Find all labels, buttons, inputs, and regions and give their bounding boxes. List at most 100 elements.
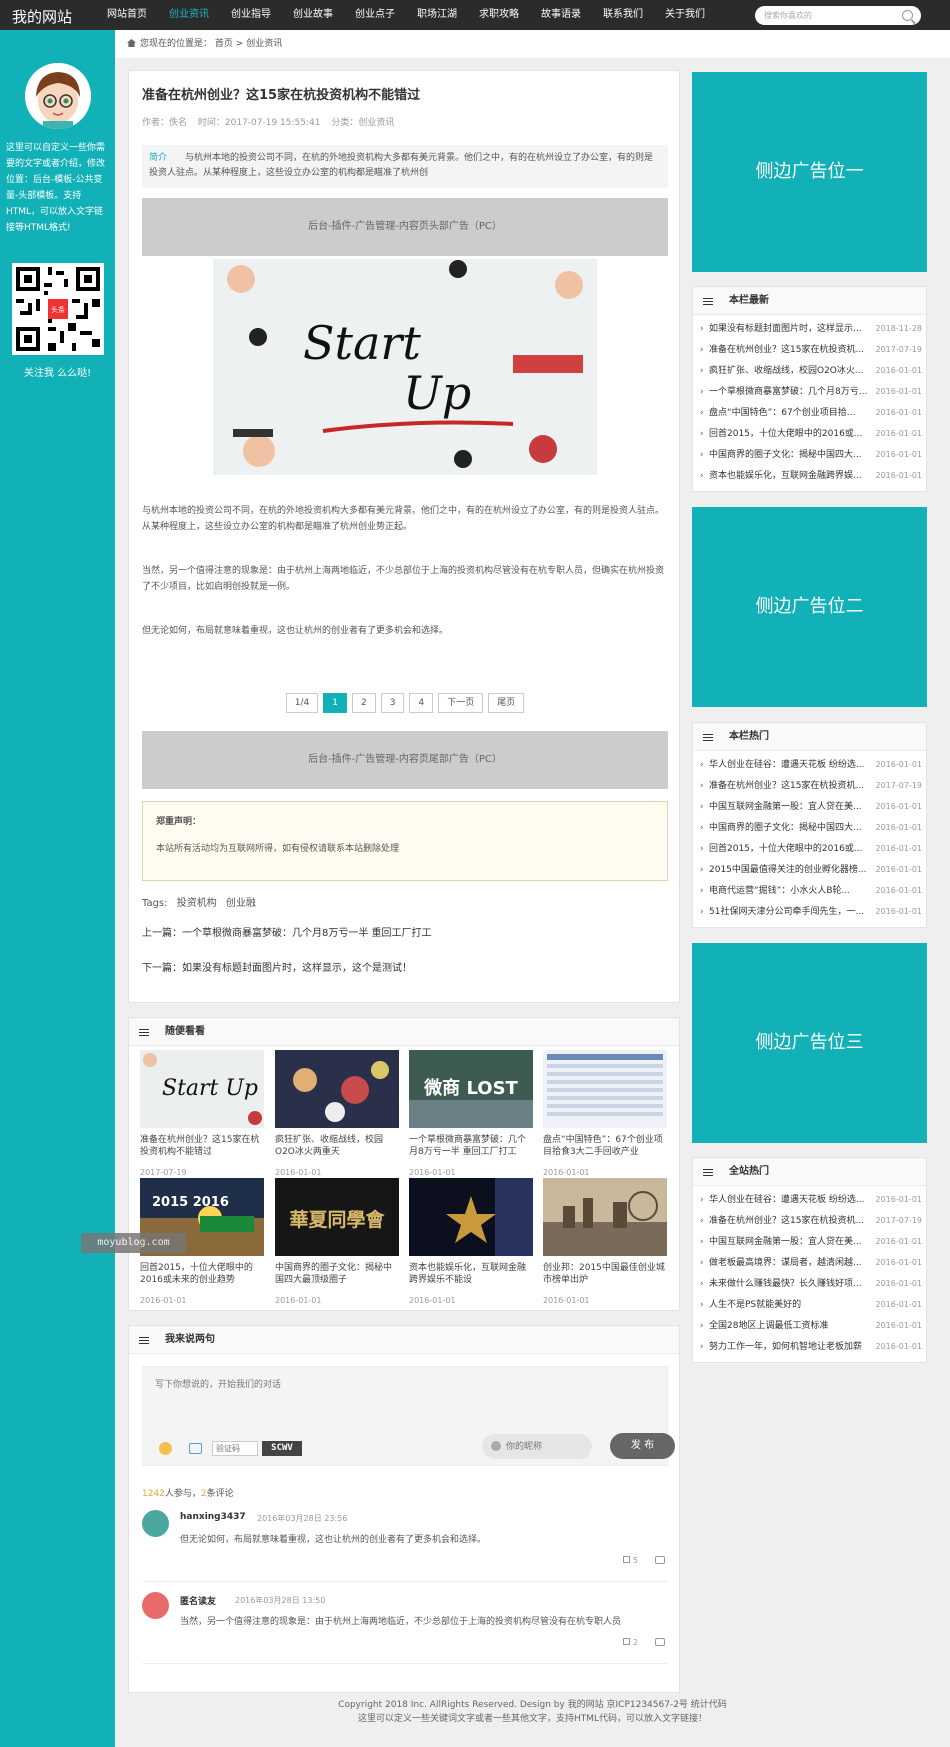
side-list-item[interactable]: › 资本也能娱乐化，互联网金融跨界娱... 2016-01-01 (693, 466, 928, 486)
side-item-title[interactable]: 努力工作一年，如何机智地让老板加薪 (709, 1337, 869, 1357)
thumb-image[interactable]: 微商 LOST (409, 1050, 533, 1128)
breadcrumb-home[interactable]: 首页 (215, 39, 233, 49)
random-item-title[interactable]: 中国商界的圈子文化：揭秘中国四大最顶级圈子 (275, 1262, 399, 1286)
side-list-item[interactable]: › 努力工作一年，如何机智地让老板加薪 2016-01-01 (693, 1337, 928, 1357)
side-list-item[interactable]: › 如果没有标题封面图片时，这样显示... 2018-11-28 (693, 319, 928, 339)
side-item-title[interactable]: 一个草根微商暴富梦破：几个月8万亏... (709, 382, 869, 402)
side-item-title[interactable]: 全国28地区上调最低工资标准 (709, 1316, 869, 1336)
side-list-item[interactable]: › 准备在杭州创业？这15家在杭投资机... 2017-07-19 (693, 340, 928, 360)
nav-item-stories[interactable]: 创业故事 (282, 0, 344, 30)
site-logo[interactable]: 我的网站 (12, 6, 72, 27)
side-list-item[interactable]: › 一个草根微商暴富梦破：几个月8万亏... 2016-01-01 (693, 382, 928, 402)
side-list-item[interactable]: › 2015中国最值得关注的创业孵化器榜... 2016-01-01 (693, 860, 928, 880)
thumb-image[interactable] (409, 1178, 533, 1256)
ad-bottom[interactable]: 后台-插件-广告管理-内容页尾部广告（PC） (142, 731, 668, 789)
tag-link[interactable]: 创业融 (226, 898, 256, 909)
side-list-item[interactable]: › 全国28地区上调最低工资标准 2016-01-01 (693, 1316, 928, 1336)
reply-icon[interactable] (655, 1638, 665, 1646)
side-item-title[interactable]: 未来做什么赚钱最快？长久赚钱好项... (709, 1274, 869, 1294)
random-item[interactable]: 疯狂扩张、收缩战线，校园O2O冰火两重天 2016-01-01 (275, 1050, 399, 1177)
side-list-item[interactable]: › 盘点“中国特色”：67个创业项目拾... 2016-01-01 (693, 403, 928, 423)
side-item-title[interactable]: 如果没有标题封面图片时，这样显示... (709, 319, 869, 339)
side-ad-2[interactable]: 侧边广告位二 (692, 507, 927, 707)
thumb-image[interactable] (543, 1050, 667, 1128)
side-item-title[interactable]: 做老板最高境界：谋局者，越清闲越... (709, 1253, 869, 1273)
random-item-title[interactable]: 回首2015，十位大佬眼中的2016或未来的创业趋势 (140, 1262, 264, 1286)
captcha-image[interactable]: SCWV (262, 1441, 302, 1456)
random-item[interactable]: 创业邦：2015中国最佳创业城市榜单出炉 2016-01-01 (543, 1178, 667, 1305)
side-item-title[interactable]: 中国互联网金融第一股：宜人贷在美... (709, 1232, 869, 1252)
side-list-item[interactable]: › 51社保网天津分公司牵手闯先生，一... 2016-01-01 (693, 902, 928, 922)
side-list-item[interactable]: › 中国商界的圈子文化：揭秘中国四大... 2016-01-01 (693, 818, 928, 838)
random-item-title[interactable]: 疯狂扩张、收缩战线，校园O2O冰火两重天 (275, 1134, 399, 1158)
nav-item-home[interactable]: 网站首页 (96, 0, 158, 30)
nav-item-jobs[interactable]: 求职攻略 (468, 0, 530, 30)
publish-button[interactable]: 发 布 (610, 1433, 675, 1459)
nav-item-contact[interactable]: 联系我们 (592, 0, 654, 30)
side-item-title[interactable]: 人生不是PS就能美好的 (709, 1295, 869, 1315)
thumb-image[interactable]: Start Up (140, 1050, 264, 1128)
image-upload-icon[interactable] (189, 1443, 202, 1454)
emoji-icon[interactable] (159, 1442, 172, 1455)
comment-textarea[interactable] (155, 1377, 635, 1417)
reply-icon[interactable] (655, 1556, 665, 1564)
side-item-title[interactable]: 盘点“中国特色”：67个创业项目拾... (709, 403, 869, 423)
next-page-button[interactable]: 下一页 (438, 693, 484, 713)
side-item-title[interactable]: 回首2015，十位大佬眼中的2016或... (709, 839, 869, 859)
side-item-title[interactable]: 中国商界的圈子文化：揭秘中国四大... (709, 818, 869, 838)
page-2-button[interactable]: 2 (351, 693, 376, 713)
side-ad-3[interactable]: 侧边广告位三 (692, 943, 927, 1143)
side-item-title[interactable]: 华人创业在硅谷：遭遇天花板 纷纷选... (709, 1190, 869, 1210)
nav-item-workplace[interactable]: 职场江湖 (406, 0, 468, 30)
side-item-title[interactable]: 中国商界的圈子文化：揭秘中国四大... (709, 445, 869, 465)
last-page-button[interactable]: 尾页 (488, 693, 525, 713)
side-item-title[interactable]: 华人创业在硅谷：遭遇天花板 纷纷选... (709, 755, 869, 775)
side-list-item[interactable]: › 中国互联网金融第一股：宜人贷在美... 2016-01-01 (693, 797, 928, 817)
page-4-button[interactable]: 4 (409, 693, 434, 713)
article-category[interactable]: 分类：创业资讯 (331, 118, 394, 128)
side-list-item[interactable]: › 人生不是PS就能美好的 2016-01-01 (693, 1295, 928, 1315)
random-item-title[interactable]: 一个草根微商暴富梦破：几个月8万亏一半 重回工厂打工 (409, 1134, 533, 1158)
side-item-title[interactable]: 准备在杭州创业？这15家在杭投资机... (709, 776, 869, 796)
search-icon[interactable] (902, 10, 913, 21)
random-item[interactable]: 盘点“中国特色”：67个创业项目拾食3大二手回收产业 2016-01-01 (543, 1050, 667, 1177)
side-list-item[interactable]: › 疯狂扩张、收缩战线，校园O2O冰火... 2016-01-01 (693, 361, 928, 381)
search-input[interactable] (755, 6, 895, 25)
side-item-title[interactable]: 51社保网天津分公司牵手闯先生，一... (709, 902, 869, 922)
side-item-title[interactable]: 中国互联网金融第一股：宜人贷在美... (709, 797, 869, 817)
side-list-item[interactable]: › 回首2015，十位大佬眼中的2016或... 2016-01-01 (693, 839, 928, 859)
thumb-image[interactable] (275, 1050, 399, 1128)
nav-item-news[interactable]: 创业资讯 (158, 0, 220, 30)
side-item-title[interactable]: 准备在杭州创业？这15家在杭投资机... (709, 340, 869, 360)
thumb-image[interactable]: 華夏同學會 (275, 1178, 399, 1256)
side-list-item[interactable]: › 中国互联网金融第一股：宜人贷在美... 2016-01-01 (693, 1232, 928, 1252)
random-item-title[interactable]: 准备在杭州创业？这15家在杭投资机构不能错过 (140, 1134, 264, 1158)
tag-link[interactable]: 投资机构 (177, 898, 217, 909)
like-button[interactable]: 2 (622, 1638, 638, 1647)
page-1-button[interactable]: 1 (323, 693, 347, 713)
side-list-item[interactable]: › 华人创业在硅谷：遭遇天花板 纷纷选... 2016-01-01 (693, 1190, 928, 1210)
nav-item-guide[interactable]: 创业指导 (220, 0, 282, 30)
like-button[interactable]: 5 (622, 1556, 638, 1565)
nav-item-about[interactable]: 关于我们 (654, 0, 716, 30)
side-item-title[interactable]: 准备在杭州创业？这15家在杭投资机... (709, 1211, 869, 1231)
side-list-item[interactable]: › 电商代运营“掘钱”：小水火人B轮... 2016-01-01 (693, 881, 928, 901)
next-article-link[interactable]: 下一篇：如果没有标题封面图片时，这样显示，这个是测试！ (142, 959, 412, 974)
side-item-title[interactable]: 2015中国最值得关注的创业孵化器榜... (709, 860, 869, 880)
side-list-item[interactable]: › 中国商界的圈子文化：揭秘中国四大... 2016-01-01 (693, 445, 928, 465)
side-list-item[interactable]: › 回首2015，十位大佬眼中的2016或... 2016-01-01 (693, 424, 928, 444)
ad-top[interactable]: 后台-插件-广告管理-内容页头部广告（PC） (142, 198, 668, 256)
side-ad-1[interactable]: 侧边广告位一 (692, 72, 927, 272)
breadcrumb-current[interactable]: 创业资讯 (246, 39, 282, 49)
prev-article-link[interactable]: 上一篇：一个草根微商暴富梦破：几个月8万亏一半 重回工厂打工 (142, 924, 432, 939)
side-item-title[interactable]: 疯狂扩张、收缩战线，校园O2O冰火... (709, 361, 869, 381)
side-item-title[interactable]: 资本也能娱乐化，互联网金融跨界娱... (709, 466, 869, 486)
page-3-button[interactable]: 3 (380, 693, 405, 713)
random-item[interactable]: 资本也能娱乐化，互联网金融跨界娱乐不能设 2016-01-01 (409, 1178, 533, 1305)
random-item-title[interactable]: 盘点“中国特色”：67个创业项目拾食3大二手回收产业 (543, 1134, 667, 1158)
random-item[interactable]: 華夏同學會 中国商界的圈子文化：揭秘中国四大最顶级圈子 2016-01-01 (275, 1178, 399, 1305)
side-list-item[interactable]: › 未来做什么赚钱最快？长久赚钱好项... 2016-01-01 (693, 1274, 928, 1294)
side-list-item[interactable]: › 华人创业在硅谷：遭遇天花板 纷纷选... 2016-01-01 (693, 755, 928, 775)
side-list-item[interactable]: › 准备在杭州创业？这15家在杭投资机... 2017-07-19 (693, 776, 928, 796)
nav-item-quotes[interactable]: 故事语录 (530, 0, 592, 30)
